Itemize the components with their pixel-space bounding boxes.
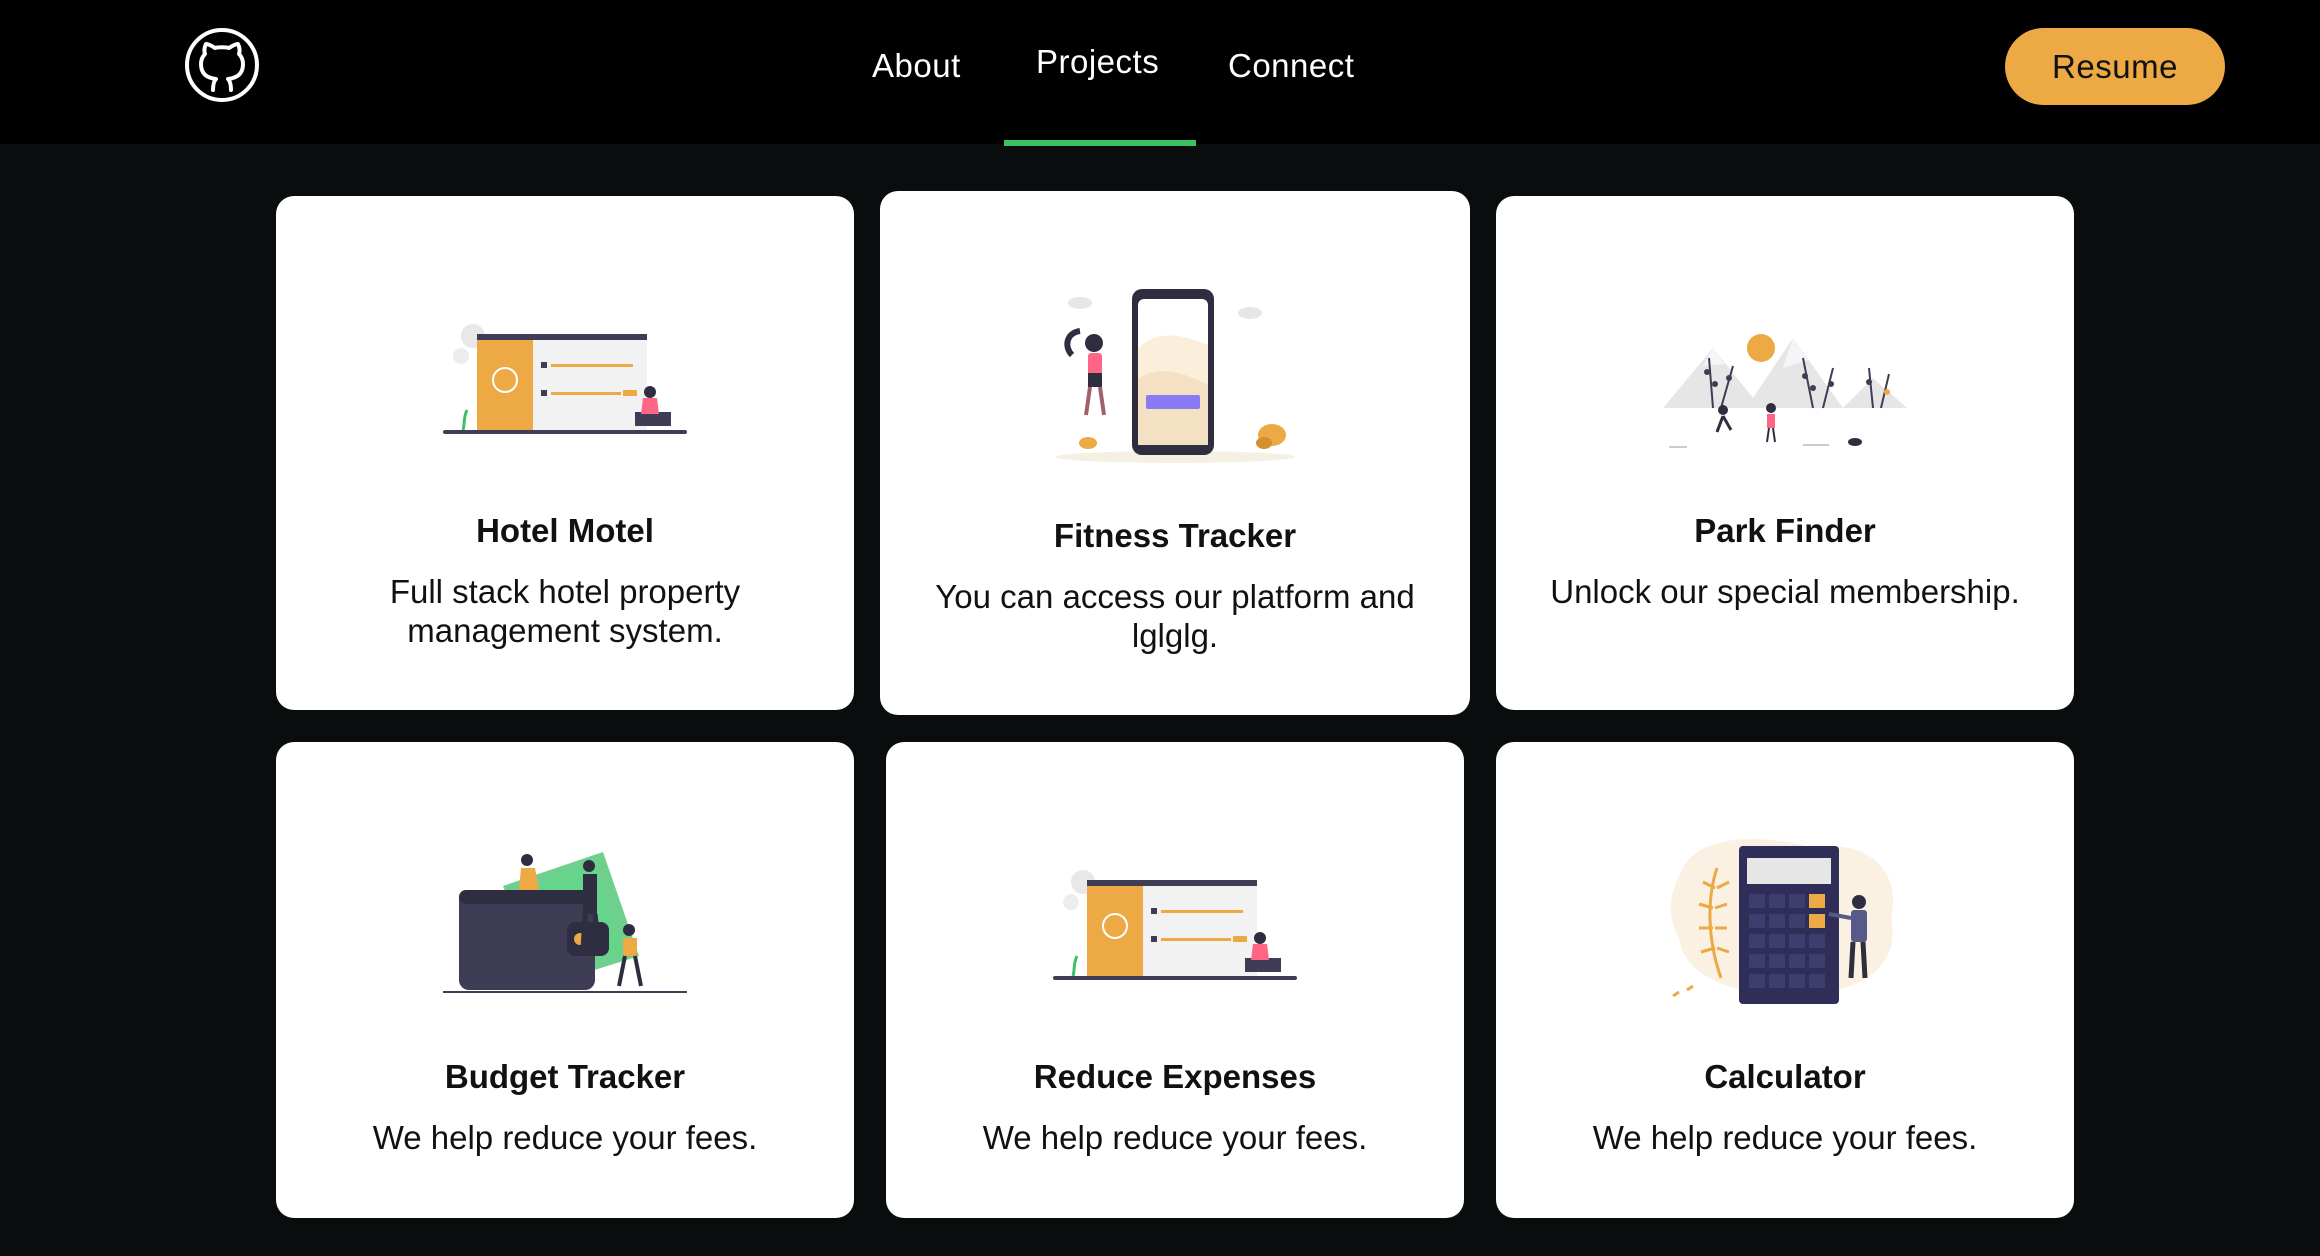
project-description: We help reduce your fees. (372, 1119, 758, 1156)
active-nav-indicator (1004, 140, 1196, 146)
project-card-budget-tracker[interactable]: Budget Tracker We help reduce your fees. (276, 742, 854, 1218)
github-icon[interactable] (183, 26, 261, 104)
project-description: You can access our platform and lglglg. (935, 578, 1415, 654)
project-card-reduce-expenses[interactable]: Reduce Expenses We help reduce your fees… (886, 742, 1464, 1218)
wallet-money-illustration (443, 852, 687, 993)
project-title: Budget Tracker (444, 1058, 686, 1095)
project-title: Calculator (1704, 1058, 1866, 1095)
park-mountains-illustration (1663, 334, 1907, 448)
resume-button[interactable]: Resume (2005, 28, 2225, 105)
page: About Projects Connect Resume Hotel Mote… (0, 0, 2320, 1256)
project-description: We help reduce your fees. (1592, 1119, 1978, 1156)
project-description: Full stack hotel property management sys… (389, 573, 741, 649)
project-card-fitness-tracker[interactable]: Fitness Tracker You can access our platf… (880, 191, 1470, 715)
fitness-phone-illustration (1055, 289, 1295, 463)
project-card-calculator[interactable]: Calculator We help reduce your fees. (1496, 742, 2074, 1218)
booking-illustration (443, 324, 687, 434)
nav-connect[interactable]: Connect (1228, 47, 1354, 85)
project-card-park-finder[interactable]: Park Finder Unlock our special membershi… (1496, 196, 2074, 710)
booking-illustration (1053, 870, 1297, 980)
project-title: Reduce Expenses (1033, 1058, 1317, 1095)
project-card-hotel-motel[interactable]: Hotel Motel Full stack hotel property ma… (276, 196, 854, 710)
nav-about[interactable]: About (872, 47, 961, 85)
project-description: We help reduce your fees. (982, 1119, 1368, 1156)
project-title: Fitness Tracker (1053, 517, 1297, 554)
project-title: Park Finder (1694, 512, 1876, 549)
calculator-illustration (1670, 839, 1894, 1004)
nav-projects[interactable]: Projects (1036, 43, 1159, 81)
project-description: Unlock our special membership. (1550, 573, 2020, 610)
site-header: About Projects Connect Resume (0, 0, 2320, 146)
project-title: Hotel Motel (476, 512, 654, 549)
